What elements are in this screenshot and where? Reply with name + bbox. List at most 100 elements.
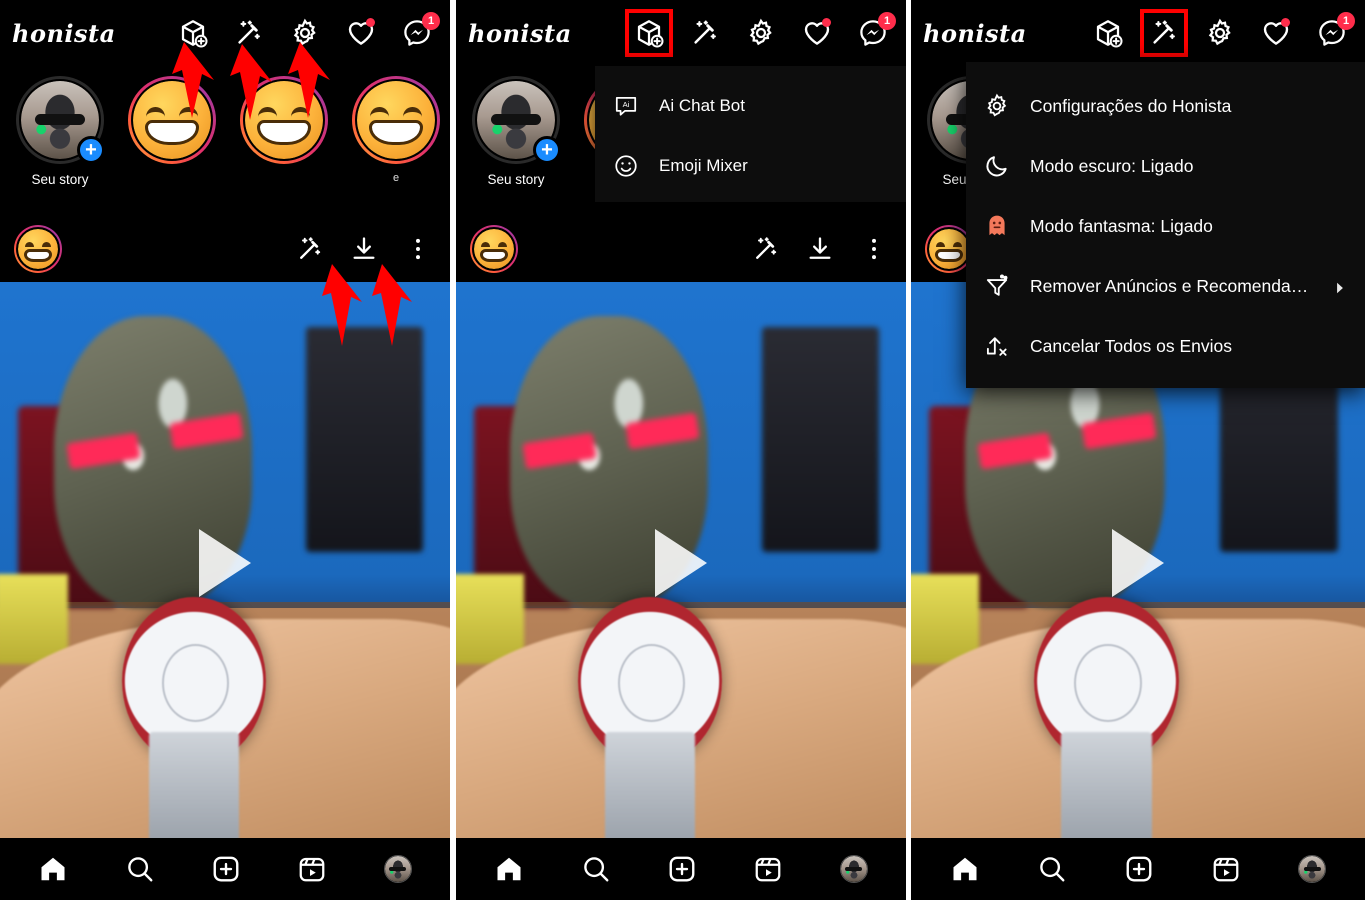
messenger-badge-count: 1: [1337, 12, 1355, 30]
story-item[interactable]: e: [350, 76, 442, 210]
header-icon-group: 1: [1093, 9, 1355, 57]
heart-icon[interactable]: [1261, 18, 1291, 48]
annotation-arrow-gear: [286, 40, 336, 120]
app-logo: honista: [923, 18, 1027, 48]
app-header: honista 1: [0, 0, 450, 66]
search-icon[interactable]: [581, 854, 611, 884]
post-download-icon[interactable]: [806, 235, 834, 263]
play-button[interactable]: [1112, 529, 1164, 597]
main-dropdown-menu[interactable]: Configurações do Honista Modo escuro: Li…: [966, 62, 1365, 388]
story-item-label: e: [392, 172, 400, 184]
add-post-icon[interactable]: [211, 854, 241, 884]
messenger-badge-count: 1: [422, 12, 440, 30]
ai-chat-icon: Ai: [613, 93, 639, 119]
screenshot-panel-2: honista 1 + Seu story Ai Ai Chat Bot Emo…: [456, 0, 906, 900]
messenger-icon[interactable]: 1: [402, 12, 440, 48]
screenshot-panel-1: honista 1 + Seu story e: [0, 0, 450, 900]
messenger-badge-count: 1: [878, 12, 896, 30]
menu-item-remover-anuncios[interactable]: Remover Anúncios e Recomendaçõ..: [966, 256, 1365, 316]
heart-badge-dot: [822, 18, 831, 27]
add-post-icon[interactable]: [1124, 854, 1154, 884]
reels-icon[interactable]: [753, 854, 783, 884]
menu-item-label: Ai Chat Bot: [659, 96, 745, 115]
home-icon[interactable]: [950, 854, 980, 884]
bottom-navigation: [0, 838, 450, 900]
gear-icon[interactable]: [1205, 18, 1235, 48]
profile-avatar[interactable]: [839, 855, 868, 883]
bottom-navigation: [911, 838, 1365, 900]
messenger-icon[interactable]: 1: [858, 12, 896, 48]
add-post-icon[interactable]: [667, 854, 697, 884]
post-author-avatar[interactable]: [14, 225, 62, 273]
post-magic-wand-icon[interactable]: [296, 235, 324, 263]
heart-badge-dot: [366, 18, 375, 27]
svg-text:Ai: Ai: [623, 100, 630, 109]
home-icon[interactable]: [38, 854, 68, 884]
menu-item-modo-escuro[interactable]: Modo escuro: Ligado: [966, 136, 1365, 196]
annotation-arrow-wand: [228, 42, 278, 122]
story-item-own[interactable]: + Seu story: [14, 76, 106, 210]
play-button[interactable]: [655, 529, 707, 597]
post-author-avatar[interactable]: [470, 225, 518, 273]
filter-icon: [984, 273, 1010, 299]
cancel-upload-icon: [984, 333, 1010, 359]
heart-badge-dot: [1281, 18, 1290, 27]
app-header: honista 1: [456, 0, 906, 66]
menu-item-modo-fantasma[interactable]: Modo fantasma: Ligado: [966, 196, 1365, 256]
post-header: [456, 216, 906, 282]
menu-item-configuracoes[interactable]: Configurações do Honista: [966, 76, 1365, 136]
annotation-arrow-post-wand: [320, 262, 368, 350]
heart-icon[interactable]: [802, 18, 832, 48]
reels-icon[interactable]: [1211, 854, 1241, 884]
heart-icon[interactable]: [346, 18, 376, 48]
add-story-plus-icon[interactable]: +: [77, 136, 105, 164]
add-story-plus-icon[interactable]: +: [533, 136, 561, 164]
app-logo: honista: [12, 18, 116, 48]
story-ring: +: [16, 76, 105, 164]
menu-item-ai-chat-bot[interactable]: Ai Ai Chat Bot: [595, 76, 906, 136]
search-icon[interactable]: [1037, 854, 1067, 884]
profile-avatar[interactable]: [383, 855, 412, 883]
menu-item-label: Emoji Mixer: [659, 156, 748, 175]
menu-item-cancelar-envios[interactable]: Cancelar Todos os Envios: [966, 316, 1365, 376]
home-icon[interactable]: [494, 854, 524, 884]
menu-item-label: Modo escuro: Ligado: [1030, 155, 1194, 176]
moon-icon: [984, 153, 1010, 179]
search-icon[interactable]: [125, 854, 155, 884]
gear-icon: [984, 93, 1010, 119]
cube-plus-icon[interactable]: [625, 9, 673, 57]
play-button[interactable]: [199, 529, 251, 597]
reels-icon[interactable]: [297, 854, 327, 884]
emoji-mixer-icon: [613, 153, 639, 179]
menu-item-label: Modo fantasma: Ligado: [1030, 215, 1213, 236]
menu-item-label: Remover Anúncios e Recomendaçõ..: [1030, 275, 1313, 296]
screenshot-panel-3: honista 1 Seu Configurações do Honista M…: [911, 0, 1365, 900]
annotation-arrow-cube: [170, 40, 220, 120]
stories-tray[interactable]: + Seu story e: [0, 66, 450, 216]
ghost-icon: [984, 213, 1010, 239]
gear-icon[interactable]: [746, 18, 776, 48]
bottom-navigation: [456, 838, 906, 900]
post-media[interactable]: [456, 282, 906, 844]
story-item-label: Seu story: [487, 172, 545, 187]
post-toolbar: [752, 235, 892, 263]
annotation-arrow-post-download: [370, 262, 418, 350]
header-icon-group: 1: [625, 9, 896, 57]
more-options-icon[interactable]: [404, 235, 432, 263]
post-toolbar: [296, 235, 436, 263]
tools-dropdown-menu[interactable]: Ai Ai Chat Bot Emoji Mixer: [595, 66, 906, 202]
menu-item-label: Configurações do Honista: [1030, 95, 1232, 116]
emoji-avatar: [357, 81, 435, 159]
post-media[interactable]: [0, 282, 450, 844]
cube-plus-icon[interactable]: [1093, 18, 1123, 48]
post-magic-wand-icon[interactable]: [752, 235, 780, 263]
magic-wand-icon[interactable]: [1140, 9, 1188, 57]
more-options-icon[interactable]: [860, 235, 888, 263]
magic-wand-icon[interactable]: [690, 18, 720, 48]
messenger-icon[interactable]: 1: [1317, 12, 1355, 48]
menu-item-emoji-mixer[interactable]: Emoji Mixer: [595, 136, 906, 196]
post-download-icon[interactable]: [350, 235, 378, 263]
story-item-own[interactable]: + Seu story: [470, 76, 562, 210]
profile-avatar[interactable]: [1298, 855, 1327, 883]
story-item-label: Seu story: [31, 172, 89, 187]
